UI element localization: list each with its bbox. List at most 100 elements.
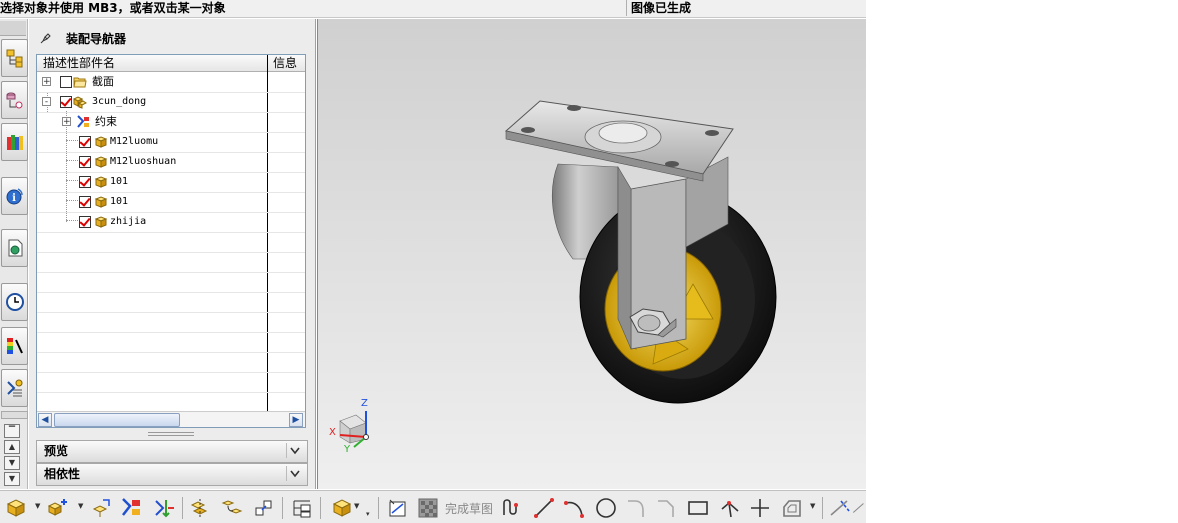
column-header-info[interactable]: 信息 <box>273 55 297 72</box>
status-message: 图像已生成 <box>631 1 692 15</box>
visibility-checkbox[interactable] <box>60 76 72 88</box>
extend-icon <box>852 503 864 513</box>
pin-toggle-button[interactable]: ▔ <box>4 424 20 438</box>
tree-filter-icon <box>293 500 311 518</box>
visibility-checkbox[interactable] <box>79 216 91 228</box>
dropdown-arrow-icon[interactable]: ▼ <box>810 503 816 510</box>
quick-trim-button[interactable] <box>828 496 852 520</box>
finish-sketch-button[interactable] <box>416 496 440 520</box>
status-bar: 选择对象并使用 MB3，或者双击某一对象 图像已生成 <box>0 0 866 18</box>
visibility-checkbox[interactable] <box>60 96 72 108</box>
profile-button[interactable] <box>500 496 524 520</box>
mirror-assembly-button[interactable] <box>90 496 114 520</box>
circle-button[interactable] <box>594 496 618 520</box>
part-display-button[interactable] <box>330 496 354 520</box>
triad-z-label: Z <box>361 398 368 409</box>
reuse-library-tab[interactable] <box>1 123 28 161</box>
assembly-navigator-tab[interactable] <box>1 39 28 77</box>
triad-x-label: X <box>329 427 336 438</box>
visibility-checkbox[interactable] <box>79 196 91 208</box>
wcs-triad[interactable] <box>339 411 369 448</box>
tree-row-component[interactable]: M12luomu <box>37 132 305 153</box>
chevron-down-icon[interactable] <box>286 443 303 458</box>
panel-splitter[interactable] <box>148 432 194 436</box>
resource-bar-grip[interactable] <box>1 411 28 419</box>
tree-row-component[interactable]: zhijia <box>37 212 305 233</box>
roles-icon <box>6 379 22 397</box>
tree-row-component[interactable]: M12luoshuan <box>37 152 305 173</box>
information-tab[interactable]: i <box>1 177 28 215</box>
scroll-down-button[interactable]: ▼ <box>4 456 20 470</box>
line-icon <box>534 498 554 518</box>
tree-row-component[interactable]: 101 <box>37 172 305 193</box>
sketch-button[interactable] <box>386 496 410 520</box>
wave-geometry-linker-button[interactable] <box>252 496 276 520</box>
tree-row-constraints[interactable]: + 约束 <box>37 112 305 133</box>
tree-header: 描述性部件名 信息 <box>37 55 305 72</box>
scroll-right-button[interactable]: ▶ <box>289 413 303 427</box>
part-navigator-tab[interactable] <box>1 81 28 119</box>
rectangle-button[interactable] <box>686 496 710 520</box>
assembly-tree: 描述性部件名 信息 + 截面 - 3cun_dong + 约束 M12luomu… <box>36 54 306 428</box>
caster-wheel-model[interactable] <box>318 19 867 489</box>
mirror-icon <box>92 499 110 517</box>
part-cube-icon <box>332 499 352 517</box>
graphics-window[interactable]: Z X Y <box>317 19 866 489</box>
preview-section-title: 预览 <box>44 444 69 458</box>
assembly-constraints-button[interactable] <box>120 496 144 520</box>
chevron-down-icon[interactable] <box>286 466 303 481</box>
dropdown-arrow-icon[interactable]: ▼ <box>78 503 84 510</box>
point-button[interactable] <box>748 496 772 520</box>
finish-flag-icon <box>418 498 438 518</box>
resource-bar-header <box>0 21 26 36</box>
expand-toggle[interactable]: + <box>42 77 51 87</box>
tree-row-label: 3cun_dong <box>92 96 147 107</box>
scroll-left-button[interactable]: ◀ <box>38 413 52 427</box>
tree-row-empty <box>37 332 305 353</box>
exploded-views-button[interactable] <box>188 496 212 520</box>
pushpin-icon[interactable] <box>40 32 52 44</box>
quick-extend-button[interactable] <box>852 496 866 520</box>
offset-curve-button[interactable] <box>780 496 804 520</box>
column-header-name[interactable]: 描述性部件名 <box>43 55 115 72</box>
tree-row-empty <box>37 372 305 393</box>
expand-toggle[interactable]: + <box>62 117 71 127</box>
create-new-component-button[interactable] <box>46 496 70 520</box>
add-component-button[interactable] <box>4 496 28 520</box>
horizontal-scrollbar[interactable]: ◀ ▶ <box>37 411 305 427</box>
tree-row-label: M12luomu <box>110 136 159 147</box>
history-tab[interactable] <box>1 283 28 321</box>
dropdown-arrow-icon[interactable]: ▼ <box>354 503 360 510</box>
visibility-checkbox[interactable] <box>79 136 91 148</box>
visualization-tab[interactable] <box>1 327 28 365</box>
tree-row-component[interactable]: 101 <box>37 192 305 213</box>
assembly-sequence-button[interactable] <box>220 496 244 520</box>
move-component-button[interactable] <box>152 496 176 520</box>
web-browser-tab[interactable] <box>1 229 28 267</box>
toolbar-overflow-icon[interactable]: ▾ <box>366 511 372 518</box>
tree-row-sections[interactable]: + 截面 <box>37 72 305 93</box>
collapse-toggle[interactable]: - <box>42 97 51 107</box>
dependencies-section-header[interactable]: 相依性 <box>36 463 308 486</box>
dropdown-arrow-icon[interactable]: ▼ <box>35 503 41 510</box>
tree-row-label: 101 <box>110 196 129 207</box>
roles-tab[interactable] <box>1 369 28 407</box>
arc-button[interactable] <box>562 496 586 520</box>
finish-sketch-label[interactable]: 完成草图 <box>445 500 493 517</box>
profile-icon <box>503 499 518 515</box>
fillet-button[interactable] <box>624 496 648 520</box>
scroll-end-button[interactable]: ▼ <box>4 472 20 486</box>
visibility-checkbox[interactable] <box>79 176 91 188</box>
component-icon <box>94 216 108 228</box>
line-button[interactable] <box>532 496 556 520</box>
preview-section-header[interactable]: 预览 <box>36 440 308 463</box>
scroll-up-button[interactable]: ▲ <box>4 440 20 454</box>
polygon-button[interactable] <box>718 496 742 520</box>
navigator-title: 装配导航器 <box>66 32 127 46</box>
chamfer-button[interactable] <box>654 496 678 520</box>
assembly-navigator-button[interactable] <box>290 496 314 520</box>
scroll-thumb[interactable] <box>54 413 180 427</box>
tree-row-root-assembly[interactable]: - 3cun_dong <box>37 92 305 113</box>
polygon-icon <box>721 501 739 518</box>
visibility-checkbox[interactable] <box>79 156 91 168</box>
